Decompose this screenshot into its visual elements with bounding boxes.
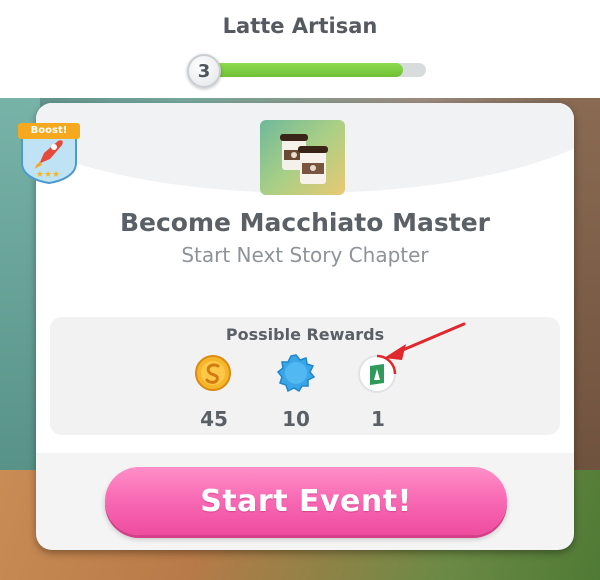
start-event-button[interactable]: Start Event! [105,467,507,535]
reward-token-value: 1 [371,407,385,431]
simoleon-coin-icon [193,353,233,393]
career-progress-bar [196,63,426,77]
event-subtitle: Start Next Story Chapter [181,243,429,267]
xp-badge-icon [276,353,316,393]
career-level-indicator: 3 [187,54,221,88]
career-progress-fill [196,63,403,77]
reward-coin-value: 45 [200,407,228,431]
coffee-cups-icon [260,120,345,195]
rewards-header: Possible Rewards [225,325,385,344]
career-title: Latte Artisan [222,14,378,38]
boost-label: Boost! [18,123,80,139]
career-header: Latte Artisan 3 [0,0,600,98]
annotation-arrow-icon [384,322,466,360]
event-dialog: Become Macchiato Master Start Next Story… [36,103,574,550]
boost-badge: Boost! ★★★ [14,119,84,185]
boost-stars: ★★★ [35,170,61,180]
event-title: Become Macchiato Master [119,208,491,237]
reward-xp-value: 10 [282,407,310,431]
